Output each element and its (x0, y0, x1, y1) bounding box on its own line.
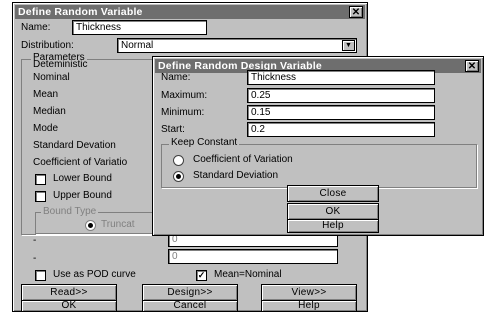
upper-bound-label: Upper Bound (53, 190, 112, 201)
param-median: Median (33, 106, 66, 117)
main-title-bar[interactable]: Define Random Variable ✕ (15, 5, 365, 19)
minimum-label: Minimum: (161, 107, 205, 118)
design-close-button[interactable]: Close (287, 185, 379, 202)
param-standard-deviation: Standard Devation (33, 140, 116, 151)
upper-field-dash: - (33, 253, 37, 264)
lower-field-dash: - (33, 235, 37, 246)
start-field[interactable]: 0.2 (247, 122, 435, 137)
mean-nominal-label: Mean=Nominal (214, 269, 282, 280)
name-label: Name: (21, 22, 51, 33)
main-window-title: Define Random Variable (18, 6, 143, 18)
truncated-label: Truncat (101, 219, 135, 230)
upper-bound-checkbox[interactable] (35, 191, 46, 202)
maximum-field[interactable]: 0.25 (247, 88, 435, 103)
design-button[interactable]: Design>> (142, 284, 238, 301)
minimum-field[interactable]: 0.15 (247, 105, 435, 120)
mean-nominal-checkbox[interactable]: ✓ (196, 270, 207, 281)
truncated-radio[interactable] (85, 220, 96, 231)
param-coefficient-of-variation: Coefficient of Variatio (33, 157, 128, 168)
distribution-label: Distribution: (21, 40, 74, 51)
keep-constant-label: Keep Constant (169, 137, 240, 149)
keep-constant-group (161, 144, 477, 188)
define-random-design-variable-dialog: Define Random Design Variable ✕ Name: Th… (152, 56, 484, 236)
help-button[interactable]: Help (261, 300, 357, 312)
read-button[interactable]: Read>> (21, 284, 117, 301)
design-ok-button[interactable]: OK (287, 203, 379, 220)
bound-type-label: Bound Type (41, 206, 99, 217)
param-mode-label: Deteministic (33, 59, 88, 70)
lower-bound-checkbox[interactable] (35, 174, 46, 185)
cov-option-label: Coefficient of Variation (193, 154, 293, 165)
name-field[interactable]: Thickness (72, 20, 207, 35)
maximum-label: Maximum: (161, 90, 208, 101)
design-close-icon[interactable]: ✕ (465, 60, 479, 72)
main-close-icon[interactable]: ✕ (349, 6, 363, 18)
chevron-down-icon[interactable]: ▼ (342, 40, 355, 51)
upper-bound-field[interactable]: 0 (168, 249, 338, 264)
cov-radio[interactable] (173, 155, 184, 166)
sd-radio[interactable] (173, 171, 184, 182)
sd-option-label: Standard Deviation (193, 170, 279, 181)
param-mode: Mode (33, 123, 59, 134)
ok-button[interactable]: OK (21, 300, 117, 312)
param-nominal: Nominal (33, 72, 70, 83)
distribution-value: Normal (121, 40, 154, 51)
pod-curve-label: Use as POD curve (53, 269, 136, 280)
design-name-field[interactable]: Thickness (247, 70, 435, 85)
pod-curve-checkbox[interactable] (35, 270, 46, 281)
start-label: Start: (161, 124, 185, 135)
design-name-label: Name: (161, 72, 191, 83)
lower-bound-label: Lower Bound (53, 173, 112, 184)
view-button[interactable]: View>> (261, 284, 357, 301)
distribution-select[interactable]: Normal ▼ (117, 38, 357, 53)
param-mean: Mean (33, 89, 59, 100)
cancel-button[interactable]: Cancel (142, 300, 238, 312)
design-help-button[interactable]: Help (287, 219, 379, 233)
